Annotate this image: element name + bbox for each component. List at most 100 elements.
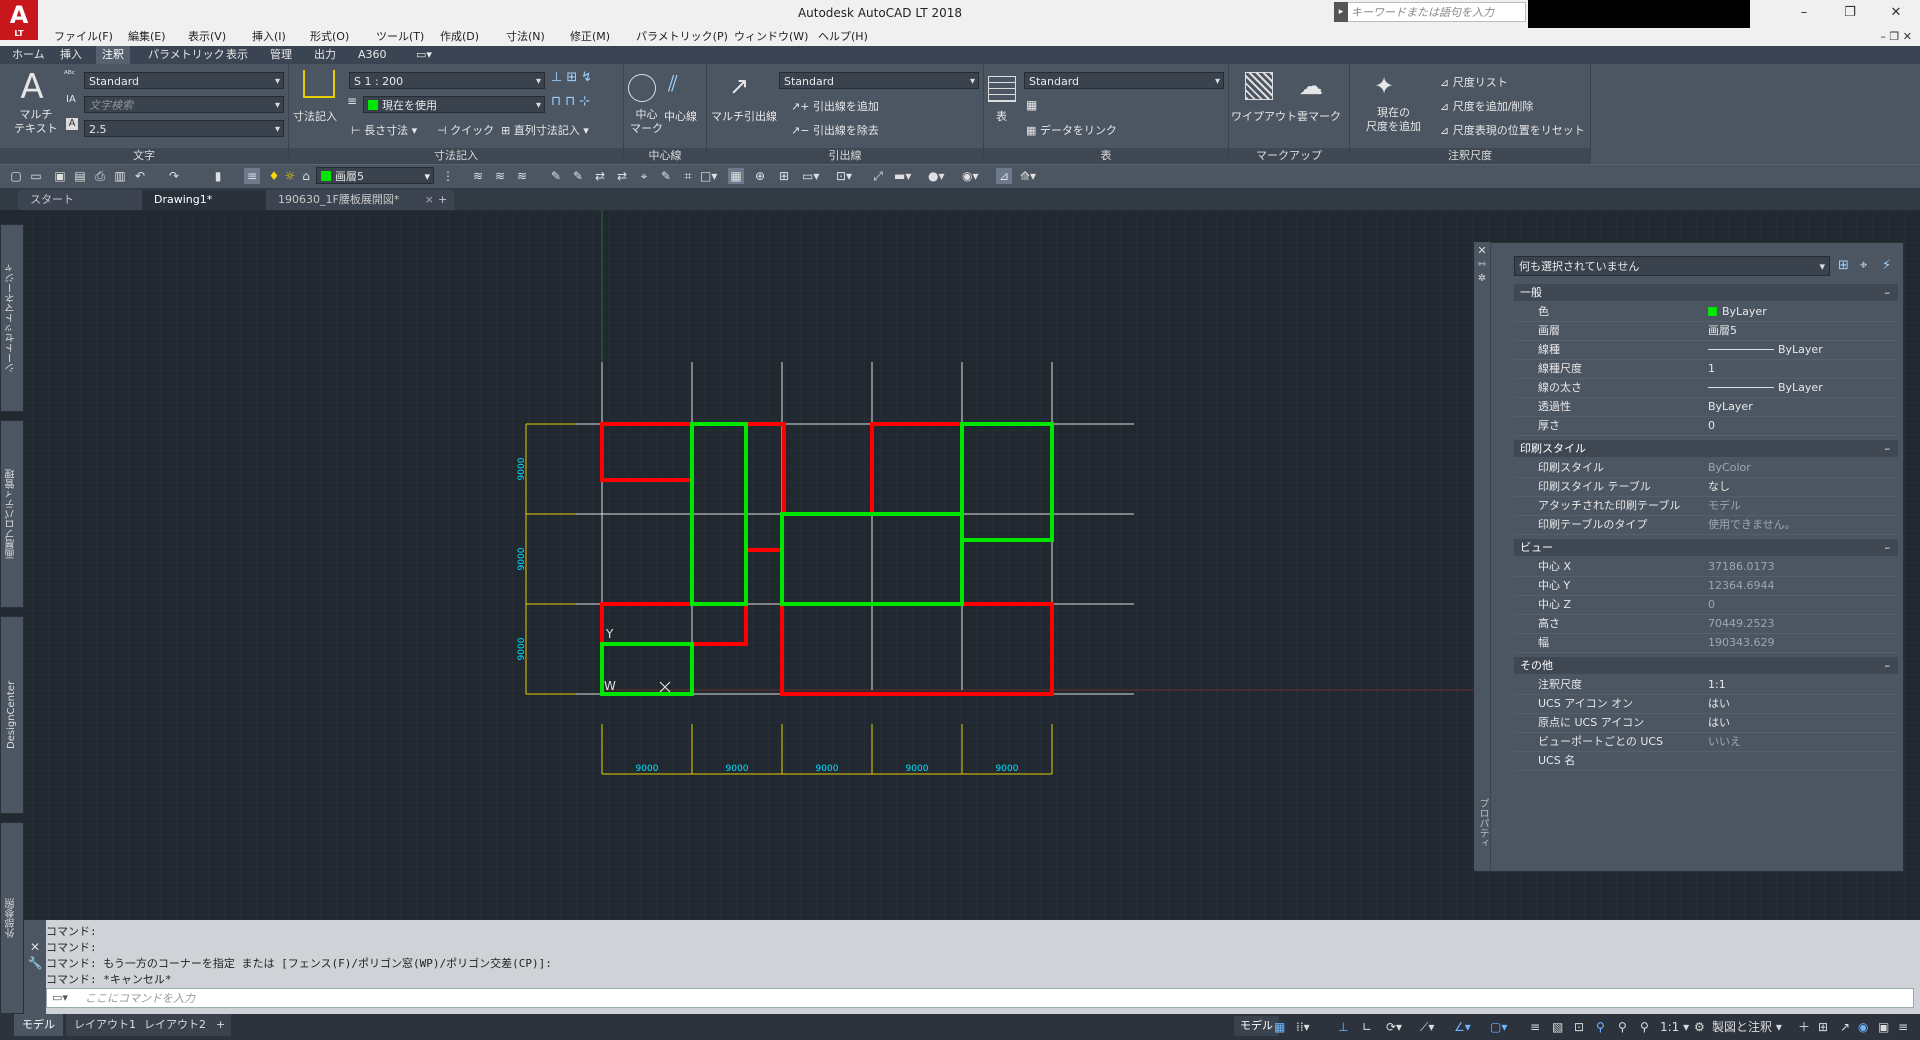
add-current-scale-label[interactable]: 現在の 尺度を追加 — [1366, 106, 1421, 134]
restore-button[interactable]: ❐ — [1830, 4, 1870, 24]
tab-insert[interactable]: 挿入 — [54, 46, 88, 64]
tool-icon-13[interactable]: ▬▾ — [894, 168, 911, 184]
tab-a360[interactable]: A360 — [352, 46, 393, 64]
mdi-window-controls[interactable]: – ❐ ✕ — [1880, 28, 1912, 46]
palette-autohide-icon[interactable]: ⇿ — [1474, 258, 1490, 272]
panel-text-title[interactable]: 文字 — [0, 148, 288, 164]
prop-row-plot-style-table[interactable]: 印刷スタイル テーブル なし — [1514, 477, 1898, 497]
centerline-icon[interactable]: ⫽ — [668, 72, 678, 97]
undo-icon[interactable]: ↶ — [132, 168, 148, 184]
menu-help[interactable]: ヘルプ(H) — [818, 28, 868, 46]
open-icon[interactable]: ▭ — [28, 168, 44, 184]
layer-properties-icon[interactable]: ≡ — [244, 168, 260, 184]
palette-layer-properties[interactable]: 画層プロパティ管理 — [0, 420, 24, 608]
toggle-pickadd-icon[interactable]: ⊞ — [1838, 258, 1849, 273]
menu-tools[interactable]: ツール(T) — [376, 28, 424, 46]
center-mark-label[interactable]: 中心 マーク — [630, 108, 663, 136]
tab-parametric[interactable]: パラメトリック — [142, 46, 231, 64]
annotation-visibility-icon[interactable]: ⚲ — [1596, 1018, 1605, 1036]
layout-tab-model[interactable]: モデル — [14, 1014, 63, 1036]
multileader-icon[interactable]: ↗ — [729, 72, 749, 100]
workspace-switch[interactable]: 製図と注釈 ▾ — [1712, 1018, 1782, 1036]
annotation-monitor-icon[interactable]: ▣ — [1878, 1018, 1889, 1036]
lineweight-icon[interactable]: ≡ — [1530, 1018, 1540, 1036]
dim-tools-icons[interactable]: ⊥⊞↯ — [551, 70, 596, 85]
panel-leaders-title[interactable]: 引出線 — [707, 148, 983, 164]
quick-dim-button[interactable]: ⊣ クイック — [437, 122, 494, 138]
selection-cycling-icon[interactable]: ⊡ — [1574, 1018, 1584, 1036]
osnap-icon[interactable]: ▢▾ — [1490, 1018, 1507, 1036]
add-delete-scale-button[interactable]: ⊿ 尺度を追加/削除 — [1440, 98, 1533, 114]
remove-leader-button[interactable]: ↗− 引出線を除去 — [791, 122, 879, 138]
palette-external-references[interactable]: 外部参照 — [0, 822, 24, 1014]
model-space-button[interactable]: モデル — [1234, 1016, 1279, 1036]
section-general[interactable]: 一般 — [1514, 284, 1898, 301]
dim-layer-select[interactable]: 現在を使用 — [363, 96, 545, 114]
prop-row-annotation-scale[interactable]: 注釈尺度 1:1 — [1514, 675, 1898, 695]
customization-menu-icon[interactable]: ≡ — [1898, 1018, 1908, 1036]
tab-output[interactable]: 出力 — [308, 46, 342, 64]
layer-tools-icon[interactable]: ⋮ — [440, 168, 456, 184]
menu-parametric[interactable]: パラメトリック(P) — [636, 28, 728, 46]
text-style-select[interactable]: Standard — [84, 72, 284, 90]
palette-sheet-set[interactable]: シートセットマネージャ — [0, 224, 24, 412]
lock-icon[interactable]: ⌂ — [298, 168, 314, 184]
revcloud-label[interactable]: 雲マーク — [1297, 108, 1341, 124]
osnap-tracking-icon[interactable]: ∠▾ — [1454, 1018, 1471, 1036]
redo-icon[interactable]: ↷ — [166, 168, 182, 184]
lightbulb-icon[interactable]: ♦ — [266, 168, 282, 184]
palette-designcenter[interactable]: DesignCenter — [0, 616, 24, 814]
multileader-label[interactable]: マルチ引出線 — [711, 108, 777, 124]
tool-icon-6[interactable]: ✎ — [658, 168, 674, 184]
menu-insert[interactable]: 挿入(I) — [252, 28, 286, 46]
centerline-label[interactable]: 中心線 — [664, 108, 697, 124]
layout-tab-2[interactable]: レイアウト2 — [136, 1014, 214, 1036]
dimension-label[interactable]: 寸法記入 — [293, 108, 337, 124]
tab-view[interactable]: 表示 — [220, 46, 254, 64]
annotation-scale-icon[interactable]: ⚲ — [1640, 1018, 1649, 1036]
tool-icon-17[interactable]: ⟰▾ — [1020, 168, 1036, 184]
layer-state-icon-1[interactable]: ≋ — [470, 168, 486, 184]
reset-scale-button[interactable]: ⊿ 尺度表現の位置をリセット — [1440, 122, 1585, 138]
grid-icon[interactable]: ▦ — [1274, 1018, 1285, 1036]
saveas-icon[interactable]: ▤ — [72, 168, 88, 184]
search-expand-icon[interactable]: ▸ — [1334, 2, 1348, 22]
extract-data-icon[interactable]: ▦ — [1026, 98, 1037, 112]
clean-screen-icon[interactable]: ◉ — [1858, 1018, 1868, 1036]
quick-select-icon[interactable]: ⚡ — [1882, 258, 1891, 273]
file-tab-drawing1[interactable]: Drawing1*× — [142, 190, 286, 210]
prop-row-center-y[interactable]: 中心 Y 12364.6944 — [1514, 576, 1898, 596]
layer-state-icon-3[interactable]: ≋ — [514, 168, 530, 184]
tab-home[interactable]: ホーム — [6, 46, 51, 64]
leader-style-select[interactable]: Standard — [779, 72, 979, 90]
annotation-scale-value[interactable]: 1:1 ▾ — [1660, 1018, 1689, 1036]
scale-list-button[interactable]: ⊿ 尺度リスト — [1440, 74, 1508, 90]
command-prompt-icon[interactable]: ▭▾ — [52, 991, 68, 1004]
color-select-icon[interactable]: □▾ — [700, 168, 717, 184]
match-properties-icon[interactable]: ▮ — [210, 168, 226, 184]
tool-icon-15[interactable]: ◉▾ — [962, 168, 979, 184]
menu-format[interactable]: 形式(O) — [310, 28, 349, 46]
wipeout-label[interactable]: ワイプアウト — [1231, 108, 1297, 124]
command-close-icon[interactable]: ✕ — [24, 940, 46, 954]
table-label[interactable]: 表 — [996, 108, 1007, 124]
tool-icon-10[interactable]: ▭▾ — [802, 168, 819, 184]
prop-row-linetype-scale[interactable]: 線種尺度 1 — [1514, 359, 1898, 379]
tool-icon-9[interactable]: ⊞ — [776, 168, 792, 184]
snap-icon[interactable]: ⁞⁞▾ — [1296, 1018, 1310, 1036]
menu-window[interactable]: ウィンドウ(W) — [734, 28, 808, 46]
add-leader-button[interactable]: ↗+ 引出線を追加 — [791, 98, 879, 114]
section-misc[interactable]: その他 — [1514, 657, 1898, 674]
tool-icon-8[interactable]: ⊕ — [752, 168, 768, 184]
command-input[interactable]: ここにコマンドを入力 — [46, 988, 1914, 1008]
select-objects-icon[interactable]: ⌖ — [1860, 258, 1867, 273]
search-input[interactable]: キーワードまたは語句を入力 — [1334, 2, 1526, 22]
file-tab-190630[interactable]: 190630_1F腰板展開図* × — [266, 190, 440, 210]
prop-row-plot-style[interactable]: 印刷スタイル ByColor — [1514, 458, 1898, 478]
tool-icon-7[interactable]: ⌗ — [680, 168, 696, 184]
prop-row-layer[interactable]: 画層 画層5 — [1514, 321, 1898, 341]
tab-annotate[interactable]: 注釈 — [96, 46, 130, 64]
panel-annotation-scaling-title[interactable]: 注釈尺度 — [1350, 148, 1590, 164]
file-tab-start[interactable]: スタート — [18, 190, 162, 210]
tool-icon-16[interactable]: ⊿ — [996, 168, 1012, 184]
